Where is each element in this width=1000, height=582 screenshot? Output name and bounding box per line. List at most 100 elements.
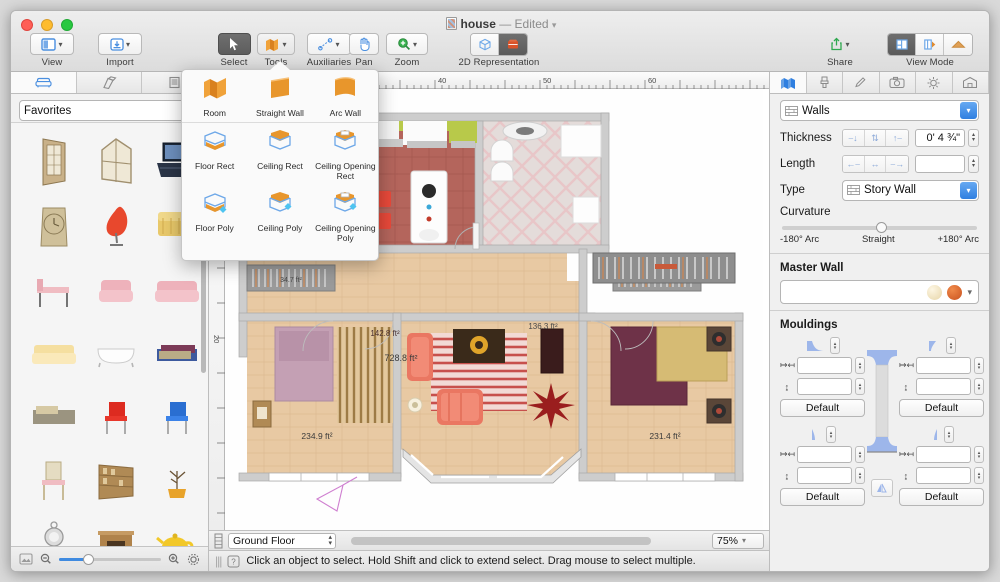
object-potted-plant[interactable] bbox=[151, 453, 203, 509]
resize-grip-icon[interactable]: ||| bbox=[215, 554, 222, 568]
representation-3d-button[interactable] bbox=[471, 34, 499, 55]
moulding-top-left-default-button[interactable]: Default bbox=[780, 399, 865, 417]
toolbar-zoom[interactable]: ▾ Zoom bbox=[385, 33, 429, 68]
tab-building[interactable] bbox=[952, 72, 989, 93]
moulding-bottom-left-height-stepper[interactable]: ▴ ▾ bbox=[855, 467, 865, 484]
chevron-down-icon[interactable]: ▾ bbox=[960, 102, 977, 119]
object-bathtub[interactable] bbox=[91, 328, 141, 382]
moulding-profile-top-left-icon[interactable] bbox=[805, 340, 827, 352]
image-preview-icon[interactable] bbox=[19, 553, 33, 565]
align-inner-icon[interactable]: ⎯↓ bbox=[842, 130, 865, 146]
object-wall-clock[interactable] bbox=[29, 198, 79, 256]
settings-gear-icon[interactable] bbox=[187, 553, 200, 566]
moulding-bottom-left-width-stepper[interactable]: ▴ ▾ bbox=[855, 446, 865, 463]
moulding-top-left-width-stepper[interactable]: ▴ ▾ bbox=[855, 357, 865, 374]
moulding-profile-bottom-left-icon[interactable] bbox=[809, 428, 823, 441]
align-left-icon[interactable]: ←⎯ bbox=[842, 156, 865, 172]
moulding-top-right-height-stepper[interactable]: ▴ ▾ bbox=[974, 378, 984, 395]
toolbar-import[interactable]: ▾ Import bbox=[97, 33, 143, 68]
representation-2d-button[interactable] bbox=[499, 34, 527, 55]
object-pink-armchair[interactable] bbox=[91, 265, 141, 321]
moulding-profile-top-right-icon[interactable] bbox=[927, 340, 943, 352]
stepper-icon[interactable]: ▴ ▾ bbox=[328, 534, 332, 547]
thickness-field[interactable]: 0' 4 ¾" bbox=[915, 129, 966, 147]
select-button[interactable] bbox=[217, 33, 251, 55]
toolbar-view-mode[interactable]: View Mode bbox=[882, 33, 978, 68]
object-window[interactable] bbox=[91, 131, 141, 191]
tool-straight-wall[interactable]: Straight Wall bbox=[247, 70, 312, 122]
length-align-buttons[interactable]: ←⎯ ↔ ⎯→ bbox=[841, 155, 910, 173]
floor-list-icon[interactable] bbox=[214, 533, 223, 549]
tab-structure[interactable] bbox=[770, 72, 807, 93]
chevron-down-icon[interactable]: ▾ bbox=[967, 287, 972, 298]
moulding-top-left-width-field[interactable] bbox=[797, 357, 852, 374]
object-bookshelf[interactable] bbox=[91, 453, 141, 509]
horizontal-scrollbar[interactable] bbox=[341, 536, 707, 545]
tools-button[interactable]: ▾ bbox=[257, 33, 295, 55]
object-cream-sofa[interactable] bbox=[29, 328, 79, 382]
view-button[interactable]: ▾ bbox=[30, 33, 74, 55]
category-selector[interactable]: Favorites ▾ bbox=[19, 100, 200, 121]
object-egg-chair[interactable] bbox=[91, 198, 141, 256]
tool-ceiling-opening-poly[interactable]: Ceiling Opening Poly bbox=[313, 185, 378, 247]
object-door[interactable] bbox=[29, 131, 79, 191]
align-center-h-icon[interactable]: ↔ bbox=[864, 156, 887, 172]
size-slider[interactable] bbox=[59, 553, 161, 565]
moulding-top-right-default-button[interactable]: Default bbox=[899, 399, 984, 417]
zoom-selector[interactable]: 75% ▾ bbox=[712, 532, 764, 549]
tools-popover[interactable]: Room Straight Wall Arc Wall Floor Rect C… bbox=[181, 61, 379, 261]
tool-ceiling-rect[interactable]: Ceiling Rect bbox=[247, 123, 312, 185]
align-right-icon[interactable]: ⎯→ bbox=[886, 156, 909, 172]
object-red-chair[interactable] bbox=[91, 391, 141, 445]
zoom-button[interactable]: ▾ bbox=[386, 33, 428, 55]
object-purple-bed[interactable] bbox=[151, 328, 203, 382]
moulding-bottom-right-height-stepper[interactable]: ▴ ▾ bbox=[974, 467, 984, 484]
view-mode-elevation-button[interactable] bbox=[916, 34, 944, 55]
tab-materials[interactable] bbox=[76, 72, 143, 93]
zoom-out-icon[interactable] bbox=[40, 553, 52, 565]
moulding-bottom-right-profile-stepper[interactable]: ▴ ▾ bbox=[944, 426, 954, 443]
object-fireplace[interactable] bbox=[91, 517, 141, 546]
master-wall-swatch-1[interactable] bbox=[927, 284, 943, 300]
tool-arc-wall[interactable]: Arc Wall bbox=[313, 70, 378, 122]
toolbar-representation[interactable]: 2D Representation bbox=[451, 33, 547, 68]
object-teapot[interactable] bbox=[151, 517, 203, 546]
toolbar-pan[interactable]: Pan bbox=[345, 33, 383, 68]
master-wall-swatch-2[interactable] bbox=[947, 284, 963, 300]
object-pink-bench[interactable] bbox=[29, 265, 79, 321]
moulding-bottom-right-width-stepper[interactable]: ▴ ▾ bbox=[974, 446, 984, 463]
import-button[interactable]: ▾ bbox=[98, 33, 142, 55]
moulding-top-left-profile-stepper[interactable]: ▴ ▾ bbox=[830, 337, 840, 354]
moulding-top-right-width-field[interactable] bbox=[916, 357, 971, 374]
moulding-bottom-left-profile-stepper[interactable]: ▴ ▾ bbox=[826, 426, 836, 443]
horizontal-scrollbar-thumb[interactable] bbox=[351, 536, 651, 545]
chevron-down-icon[interactable]: ▾ bbox=[552, 20, 557, 30]
object-double-bed[interactable] bbox=[29, 391, 79, 445]
toolbar-view[interactable]: ▾ View bbox=[29, 33, 75, 68]
master-wall-selector[interactable]: ▾ bbox=[780, 280, 979, 304]
type-selector[interactable]: Story Wall ▾ bbox=[842, 179, 979, 201]
moulding-bottom-right-width-field[interactable] bbox=[916, 446, 971, 463]
moulding-bottom-left-width-field[interactable] bbox=[797, 446, 852, 463]
tab-camera[interactable] bbox=[879, 72, 916, 93]
objects-grid[interactable] bbox=[11, 122, 208, 546]
object-pendulum-clock[interactable] bbox=[29, 517, 79, 546]
object-type-selector[interactable]: Walls ▾ bbox=[780, 100, 979, 121]
moulding-top-left-height-stepper[interactable]: ▴ ▾ bbox=[855, 378, 865, 395]
moulding-bottom-left-height-field[interactable] bbox=[797, 467, 852, 484]
object-blue-chair[interactable] bbox=[151, 391, 203, 445]
moulding-top-right-width-stepper[interactable]: ▴ ▾ bbox=[974, 357, 984, 374]
moulding-bottom-left-default-button[interactable]: Default bbox=[780, 488, 865, 506]
moulding-top-left-height-field[interactable] bbox=[797, 378, 852, 395]
thickness-align-buttons[interactable]: ⎯↓ ⇅ ↑⎯ bbox=[841, 129, 910, 147]
tool-floor-rect[interactable]: Floor Rect bbox=[182, 123, 247, 185]
floor-selector[interactable]: Ground Floor ▴ ▾ bbox=[228, 532, 336, 549]
view-mode-3d-button[interactable] bbox=[944, 34, 972, 55]
tab-annotate[interactable] bbox=[843, 72, 880, 93]
toolbar-select[interactable]: Select bbox=[214, 33, 254, 68]
object-wooden-chair[interactable] bbox=[29, 453, 79, 509]
chevron-down-icon[interactable]: ▾ bbox=[960, 181, 977, 199]
align-outer-icon[interactable]: ↑⎯ bbox=[886, 130, 909, 146]
tool-floor-poly[interactable]: Floor Poly bbox=[182, 185, 247, 247]
align-center-icon[interactable]: ⇅ bbox=[864, 130, 887, 146]
